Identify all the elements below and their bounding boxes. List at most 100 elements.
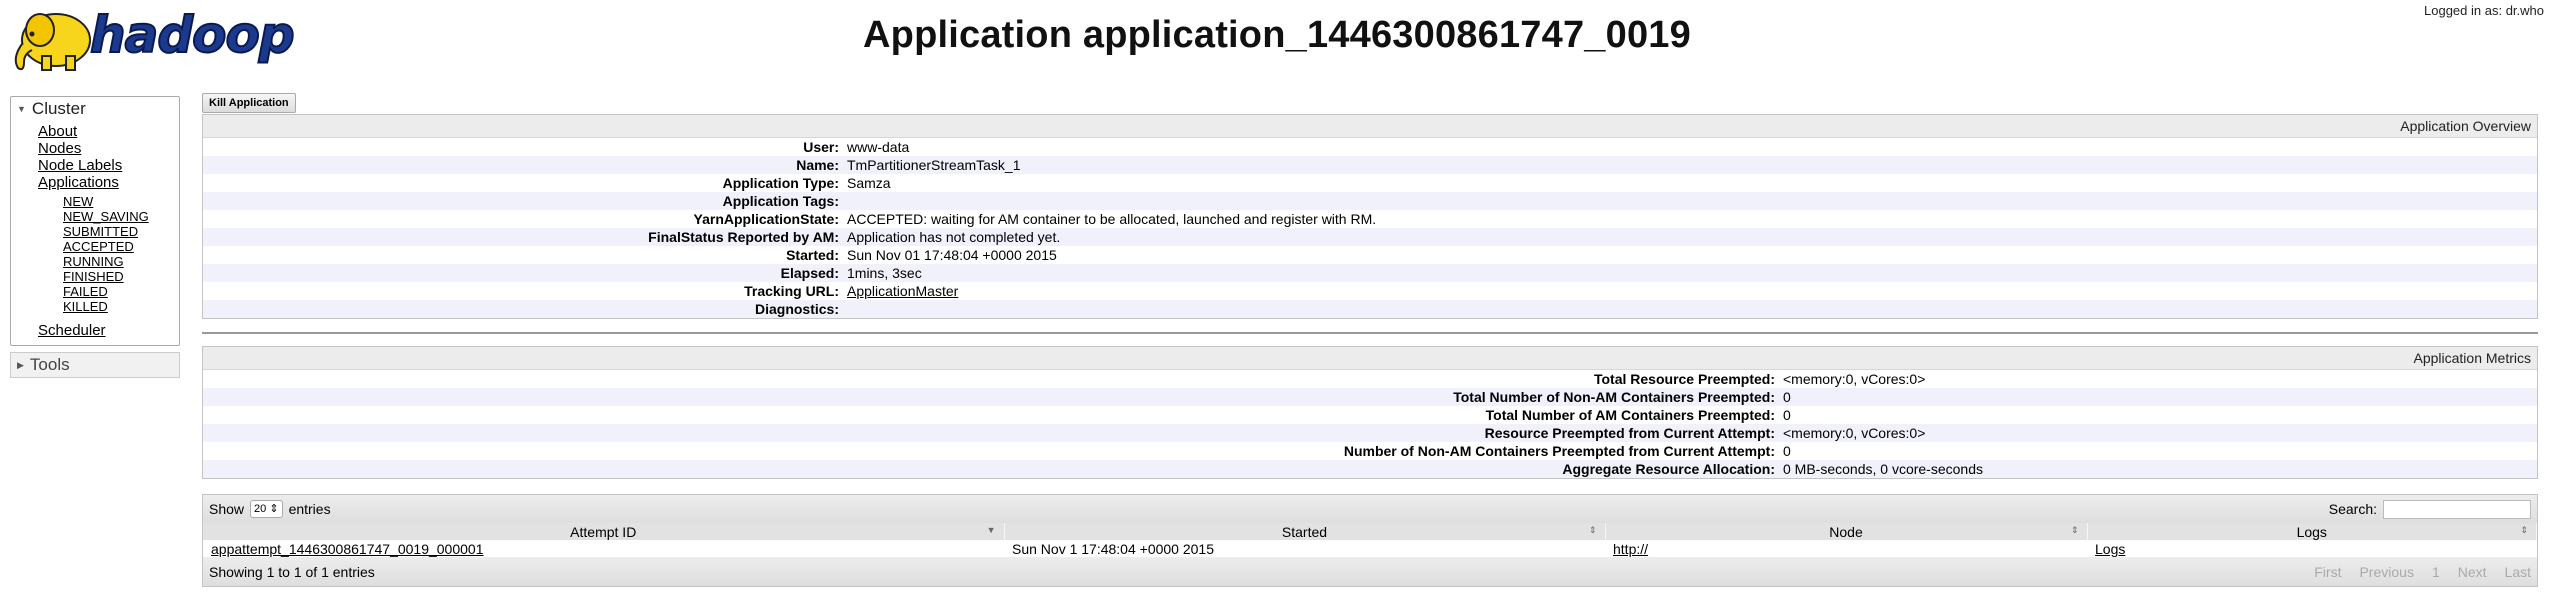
overview-row: Started: Sun Nov 01 17:48:04 +0000 2015 [203, 246, 2537, 264]
metric-key: Total Number of AM Containers Preempted: [1485, 407, 1775, 423]
overview-key: FinalStatus Reported by AM: [203, 228, 843, 246]
overview-key: Diagnostics: [203, 300, 843, 318]
sort-icon: ⇕ [2070, 525, 2079, 535]
metric-value: 0 [1783, 443, 1791, 459]
overview-value [843, 300, 2537, 318]
pager-first[interactable]: First [2314, 564, 2341, 580]
section-divider [202, 332, 2538, 334]
overview-key: YarnApplicationState: [693, 211, 839, 227]
nav-applications[interactable]: Applications [38, 174, 179, 191]
page-title: Application application_1446300861747_00… [863, 14, 1691, 56]
metrics-header: Application Metrics [203, 347, 2537, 370]
overview-table: User: www-data Name: TmPartitionerStreamTas… [203, 138, 2537, 318]
pager-last[interactable]: Last [2505, 564, 2531, 580]
search-control: Search: [2328, 499, 2531, 519]
nav-scheduler[interactable]: Scheduler [38, 322, 179, 339]
nav-app-submitted[interactable]: SUBMITTED [63, 224, 179, 239]
entries-info: Showing 1 to 1 of 1 entries [209, 563, 375, 580]
attempt-id-link[interactable]: appattempt_1446300861747_0019_000001 [211, 541, 484, 557]
overview-header: Application Overview [203, 115, 2537, 138]
overview-value [843, 192, 2537, 210]
search-input[interactable] [2383, 499, 2531, 519]
metric-key: Resource Preempted from Current Attempt: [203, 424, 1779, 442]
triangle-right-icon: ▶ [17, 359, 24, 370]
overview-value: Application has not completed yet. [843, 228, 2537, 246]
search-label: Search: [2328, 501, 2377, 517]
nav-app-new-saving[interactable]: NEW_SAVING [63, 209, 179, 224]
nav-node-labels[interactable]: Node Labels [38, 157, 179, 174]
pager-next[interactable]: Next [2458, 564, 2487, 580]
tools-label: Tools [29, 355, 70, 374]
overview-row: Application Type: Samza [203, 174, 2537, 192]
overview-value: Samza [847, 175, 891, 191]
sort-icon: ⇕ [1588, 525, 1597, 535]
kill-application-button[interactable]: Kill Application [202, 93, 296, 113]
metric-value: <memory:0, vCores:0> [1779, 424, 2537, 442]
cluster-header[interactable]: ▼ Cluster [11, 97, 179, 121]
overview-value: 1mins, 3sec [843, 264, 2537, 282]
metrics-table: Total Resource Preempted: <memory:0, vCor… [203, 370, 2537, 478]
column-logs[interactable]: Logs ⇕ [2087, 523, 2537, 540]
cluster-section: ▼ Cluster About Nodes Node Labels Applic… [10, 96, 180, 346]
metric-key: Number of Non-AM Containers Preempted fr… [1343, 443, 1775, 459]
node-cell: http:// [1605, 540, 2087, 557]
overview-row: Name: TmPartitionerStreamTask_1 [203, 156, 2537, 174]
nav-about[interactable]: About [38, 123, 179, 140]
attempt-id-cell: appattempt_1446300861747_0019_000001 [203, 540, 1004, 557]
triangle-down-icon: ▼ [17, 104, 26, 114]
overview-key: Elapsed: [203, 264, 843, 282]
started-cell: Sun Nov 1 17:48:04 +0000 2015 [1004, 540, 1605, 557]
metric-key: Total Number of Non-AM Containers Preemp… [203, 388, 1779, 406]
application-overview: Application Overview User: www-data Name: T… [202, 114, 2538, 319]
nav-app-failed[interactable]: FAILED [63, 284, 179, 299]
column-node[interactable]: Node ⇕ [1605, 523, 2088, 540]
overview-key: Name: [203, 156, 843, 174]
sort-desc-icon: ▼ [986, 525, 996, 535]
logged-in-user: Logged in as: dr.who [2424, 3, 2544, 18]
sort-icon: ⇕ [2520, 525, 2528, 535]
logs-cell: Logs [2087, 540, 2537, 557]
metric-row: Aggregate Resource Allocation: 0 MB-secon… [203, 460, 2537, 478]
sidebar: ▼ Cluster About Nodes Node Labels Applic… [10, 96, 180, 378]
page-length-select[interactable]: 20 ⇕ [250, 500, 283, 518]
nav-app-accepted[interactable]: ACCEPTED [63, 239, 179, 254]
attempts-table: Attempt ID ▼ Started ⇕ Node ⇕ Logs ⇕ appatte… [203, 523, 2537, 557]
metric-value: <memory:0, vCores:0> [1783, 371, 1926, 387]
tools-header[interactable]: ▶ Tools [11, 353, 179, 377]
table-row: appattempt_1446300861747_0019_000001 Sun… [203, 540, 2537, 557]
datatable-toolbar: Show 20 ⇕ entries Search: [203, 495, 2537, 523]
cluster-label: Cluster [31, 99, 86, 118]
nav-nodes[interactable]: Nodes [38, 140, 179, 157]
pagination: First Previous 1 Next Last [2314, 564, 2531, 580]
tracking-url-link[interactable]: ApplicationMaster [847, 283, 958, 299]
nav-app-new[interactable]: NEW [63, 194, 179, 209]
nav-app-running[interactable]: RUNNING [63, 254, 179, 269]
overview-value: ACCEPTED: waiting for AM container to be… [847, 211, 1377, 227]
column-started[interactable]: Started ⇕ [1004, 523, 1606, 540]
page-length-control: Show 20 ⇕ entries [209, 500, 331, 518]
overview-value: TmPartitionerStreamTask_1 [843, 156, 2537, 174]
pager-previous[interactable]: Previous [2359, 564, 2413, 580]
overview-row: Diagnostics: [203, 300, 2537, 318]
nav-app-killed[interactable]: KILLED [63, 299, 179, 314]
node-link[interactable]: http:// [1613, 541, 1648, 557]
metric-value: 0 MB-seconds, 0 vcore-seconds [1779, 460, 2537, 478]
entries-label: entries [288, 501, 331, 517]
nav-app-finished[interactable]: FINISHED [63, 269, 179, 284]
overview-row: FinalStatus Reported by AM: Application h… [203, 228, 2537, 246]
tools-section[interactable]: ▶ Tools [10, 352, 180, 378]
column-attempt-id[interactable]: Attempt ID ▼ [203, 523, 1005, 540]
application-metrics: Application Metrics Total Resource Preem… [202, 346, 2538, 479]
overview-row: YarnApplicationState: ACCEPTED: waiting f… [203, 210, 2537, 228]
metric-row: Total Number of Non-AM Containers Preemp… [203, 388, 2537, 406]
logs-link[interactable]: Logs [2095, 541, 2125, 557]
overview-row: Application Tags: [203, 192, 2537, 210]
metric-key: Aggregate Resource Allocation: [203, 460, 1779, 478]
cluster-nav: About Nodes Node Labels Applications NEW… [11, 121, 179, 345]
pager-page-1[interactable]: 1 [2432, 564, 2440, 580]
metric-value: 0 [1783, 407, 1791, 423]
metric-row: Total Resource Preempted: <memory:0, vCor… [203, 370, 2537, 388]
overview-key: Application Type: [722, 175, 839, 191]
main-content: Kill Application Application Overview Us… [202, 93, 2538, 587]
overview-row: Elapsed: 1mins, 3sec [203, 264, 2537, 282]
